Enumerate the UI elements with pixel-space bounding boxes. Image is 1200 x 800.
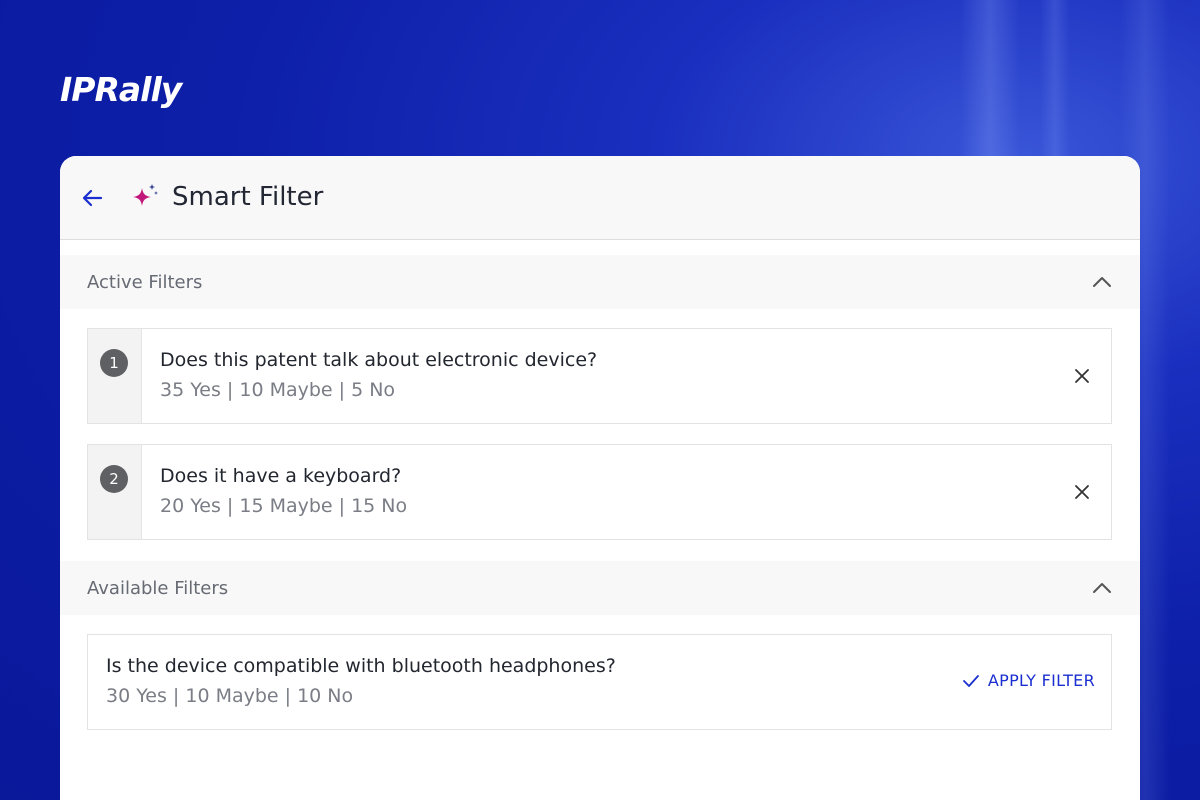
brand-logo: IPRally xyxy=(60,70,182,109)
section-title: Available Filters xyxy=(87,577,229,599)
page-title: Smart Filter xyxy=(172,182,324,212)
active-filters-header[interactable]: Active Filters xyxy=(60,255,1140,309)
apply-filter-button[interactable]: APPLY FILTER xyxy=(962,671,1095,690)
active-filter-card: 2 Does it have a keyboard? 20 Yes | 15 M… xyxy=(87,444,1112,540)
available-filters-header[interactable]: Available Filters xyxy=(60,561,1140,615)
chevron-up-icon[interactable] xyxy=(1090,270,1114,294)
filter-counts: 30 Yes | 10 Maybe | 10 No xyxy=(106,685,354,707)
active-filter-card: 1 Does this patent talk about electronic… xyxy=(87,328,1112,424)
filter-counts: 20 Yes | 15 Maybe | 15 No xyxy=(160,495,408,517)
filter-number-column: 1 xyxy=(88,329,142,423)
apply-filter-label: APPLY FILTER xyxy=(987,671,1095,690)
panel-header: Smart Filter xyxy=(60,156,1140,240)
sparkle-icon xyxy=(133,184,158,206)
filter-counts: 35 Yes | 10 Maybe | 5 No xyxy=(160,379,396,401)
smart-filter-panel: Smart Filter Active Filters 1 Does this … xyxy=(60,156,1140,800)
filter-number-column: 2 xyxy=(88,445,142,539)
filter-number-badge: 1 xyxy=(100,349,128,377)
filter-number-badge: 2 xyxy=(100,465,128,493)
filter-question: Does this patent talk about electronic d… xyxy=(160,349,598,371)
close-icon[interactable] xyxy=(1071,365,1093,387)
back-button[interactable] xyxy=(78,184,106,212)
close-icon[interactable] xyxy=(1071,481,1093,503)
section-title: Active Filters xyxy=(87,271,203,293)
check-icon xyxy=(962,674,979,687)
chevron-up-icon[interactable] xyxy=(1090,576,1114,600)
arrow-left-icon xyxy=(82,189,103,207)
available-filter-card: Is the device compatible with bluetooth … xyxy=(87,634,1112,730)
filter-question: Is the device compatible with bluetooth … xyxy=(106,655,616,677)
filter-question: Does it have a keyboard? xyxy=(160,465,402,487)
